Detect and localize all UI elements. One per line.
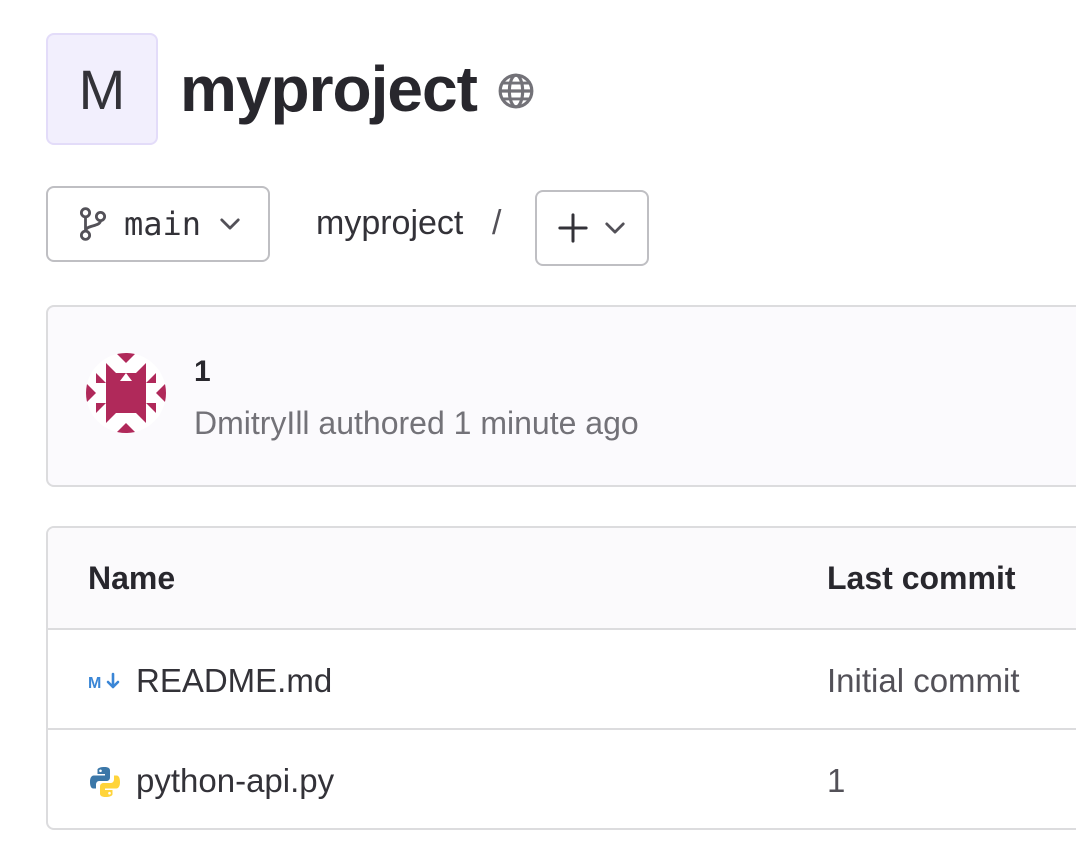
file-name-link[interactable]: README.md [136,662,332,700]
chevron-down-icon [220,218,240,230]
table-row[interactable]: python-api.py 1 [48,730,1076,828]
project-header: M myproject [46,33,535,145]
chevron-down-icon [605,222,625,234]
file-last-commit[interactable]: 1 [827,762,845,800]
branch-icon [79,207,107,241]
plus-icon [558,213,588,243]
breadcrumb-separator: / [492,204,502,242]
globe-icon[interactable] [497,72,535,110]
repository-page: M myproject main myproject / 1 DmitryIll… [0,0,1076,863]
branch-selector-button[interactable]: main [46,186,270,262]
table-header: Name Last commit [48,528,1076,630]
column-header-last-commit: Last commit [827,560,1016,596]
commit-meta: DmitryIll authored 1 minute ago [194,405,639,441]
add-to-tree-button[interactable] [535,190,649,266]
last-commit-card: 1 DmitryIll authored 1 minute ago [46,305,1076,487]
project-avatar[interactable]: M [46,33,158,145]
branch-name: main [124,205,202,243]
identicon-avatar[interactable] [86,353,166,433]
markdown-icon: M [88,672,120,692]
table-row[interactable]: M README.md Initial commit [48,630,1076,730]
column-header-name: Name [88,560,176,596]
repository-toolbar: main myproject / [46,186,1076,266]
file-last-commit[interactable]: Initial commit [827,662,1020,700]
svg-text:M: M [88,675,101,692]
python-icon [90,767,120,797]
project-avatar-letter: M [78,57,126,121]
project-title: myproject [180,53,478,125]
file-tree-table: Name Last commit M README.md Initial com… [46,526,1076,830]
commit-title[interactable]: 1 [194,355,211,389]
file-name-link[interactable]: python-api.py [136,762,334,800]
breadcrumb-project[interactable]: myproject [316,204,463,243]
